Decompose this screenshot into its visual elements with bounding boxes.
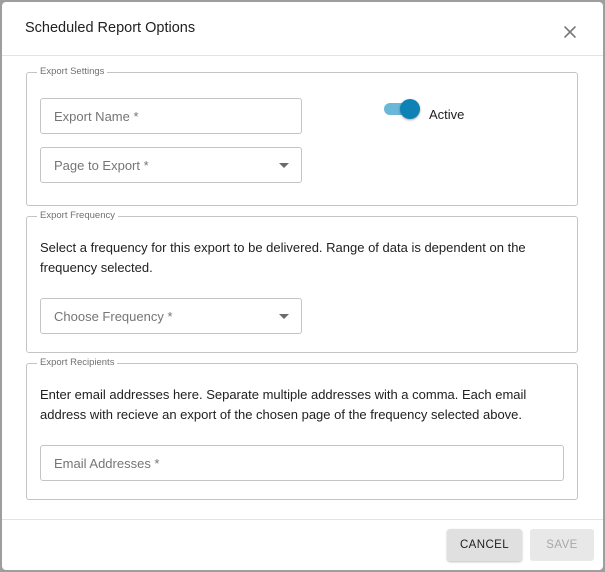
export-frequency-description: Select a frequency for this export to be… (40, 240, 526, 275)
page-to-export-placeholder: Page to Export * (54, 158, 149, 173)
page-to-export-select[interactable]: Page to Export * (40, 147, 302, 183)
active-label: Active (429, 107, 465, 122)
email-addresses-placeholder: Email Addresses * (54, 456, 160, 471)
save-button[interactable]: SAVE (530, 529, 594, 561)
dialog-footer: CANCEL SAVE (2, 519, 603, 570)
export-frequency-section: Export Frequency Select a frequency for … (26, 210, 578, 353)
toggle-thumb (400, 99, 420, 119)
export-recipients-description: Enter email addresses here. Separate mul… (40, 387, 527, 422)
export-recipients-legend: Export Recipients (40, 357, 115, 368)
dialog-header: Scheduled Report Options (2, 2, 603, 56)
email-addresses-input[interactable]: Email Addresses * (40, 445, 564, 481)
export-recipients-section: Export Recipients Enter email addresses … (26, 357, 578, 500)
active-toggle[interactable] (382, 98, 422, 120)
export-settings-section: Export Settings Export Name * Page to Ex… (26, 66, 578, 206)
export-name-input[interactable]: Export Name * (40, 98, 302, 134)
cancel-button[interactable]: CANCEL (447, 529, 522, 561)
frequency-placeholder: Choose Frequency * (54, 309, 173, 324)
export-frequency-legend: Export Frequency (40, 210, 115, 221)
export-name-placeholder: Export Name * (54, 109, 139, 124)
frequency-select[interactable]: Choose Frequency * (40, 298, 302, 334)
scheduled-report-dialog: Scheduled Report Options Export Settings… (2, 2, 603, 570)
dialog-title: Scheduled Report Options (25, 20, 196, 36)
chevron-down-icon (279, 163, 289, 168)
export-settings-legend: Export Settings (40, 66, 105, 77)
chevron-down-icon (279, 314, 289, 319)
close-icon[interactable] (562, 24, 578, 40)
